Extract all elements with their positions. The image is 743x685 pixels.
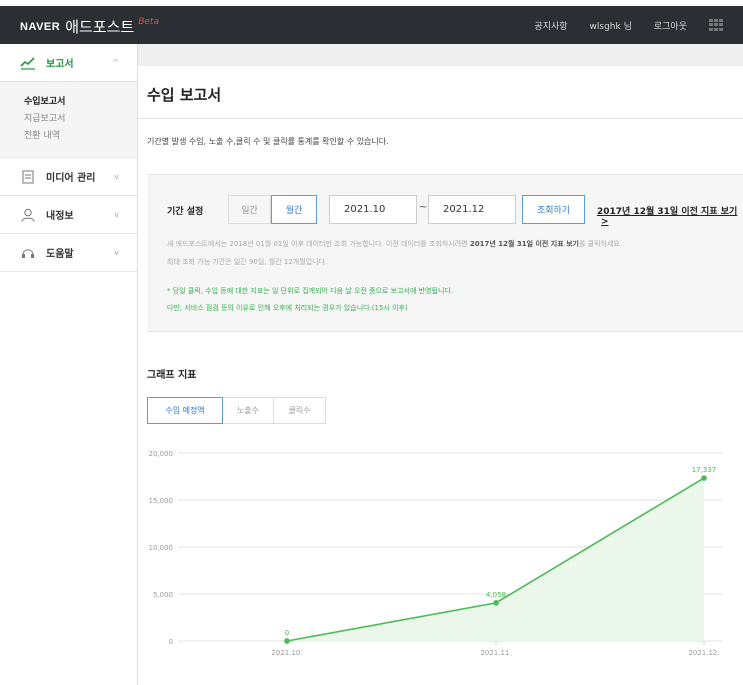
submenu-conversion-history[interactable]: 전환 내역 [24,128,137,145]
sidebar-item-myinfo[interactable]: 내정보 v [0,196,137,234]
sidebar: 보고서 ^ 수입보고서 지급보고서 전환 내역 미디어 관리 v 내정보 v 도… [0,44,138,685]
chevron-down-icon: v [114,248,119,257]
report-submenu: 수입보고서 지급보고서 전환 내역 [0,82,137,158]
naver-brand: NAVER [20,20,61,33]
app-name: 애드포스트 [65,18,135,36]
document-icon [22,170,34,183]
sidebar-item-report[interactable]: 보고서 ^ [0,44,137,82]
title-divider [138,118,743,119]
y-tick-label: 15,000 [149,497,174,505]
chevron-up-icon: ^ [112,58,119,67]
old-report-link[interactable]: 2017년 12월 31일 이전 지표 보기> [597,204,743,227]
chevron-right-icon: > [601,217,609,227]
daily-button[interactable]: 일간 [228,195,271,224]
headset-icon [22,248,34,258]
top-nav: 공지사항 wlsghk 님 로그아웃 [512,6,725,44]
revenue-chart: 0 5,000 10,000 15,000 20,000 2021.10. 2021.11.… [149,450,723,657]
chevron-down-icon: v [114,210,119,219]
user-name[interactable]: wlsghk 님 [590,19,632,32]
submenu-income-report[interactable]: 수입보고서 [24,94,137,111]
tab-impressions[interactable]: 노출수 [222,397,274,424]
period-filter-panel: 기간 설정 일간 월간 2021.10 ~ 2021.12 조회하기 2017년… [147,174,743,332]
y-tick-label: 0 [169,638,173,646]
main-content: 수입 보고서 기간별 발생 수입, 노출 수,클릭 수 및 클릭률 통계를 확인… [138,66,743,685]
content-top-strip [138,44,743,66]
start-date-field[interactable]: 2021.10 [329,195,417,224]
graph-section-title: 그래프 지표 [147,370,197,381]
period-label: 기간 설정 [167,207,204,217]
y-tick-label: 20,000 [149,450,174,458]
top-bar: NAVER 애드포스트 Beta 공지사항 wlsghk 님 로그아웃 [0,6,743,44]
sidebar-item-label: 내정보 [46,211,74,222]
chart-line-icon [20,56,35,70]
graph-tabs: 수입 예정액 노출수 클릭수 [147,397,326,424]
beta-badge: Beta [138,16,159,27]
data-label: 0 [285,629,289,637]
app-logo[interactable]: NAVER 애드포스트 Beta [20,16,159,37]
page-description: 기간별 발생 수입, 노출 수,클릭 수 및 클릭률 통계를 확인할 수 있습니… [147,137,389,146]
info-note-link[interactable]: 2017년 12월 31일 이전 지표 보기 [470,240,579,248]
data-label: 4,058 [486,591,506,599]
page-title: 수입 보고서 [147,86,222,104]
data-point [701,475,707,481]
logout-link[interactable]: 로그아웃 [654,19,687,32]
tab-expected-revenue[interactable]: 수입 예정액 [147,397,223,424]
info-note-green: * 당일 클릭, 수입 등에 대한 지표는 일 단위로 집계되어 다음 날 오전… [167,287,454,295]
data-point [284,638,290,644]
y-tick-label: 10,000 [149,544,174,552]
x-tick-label: 2021.12. [688,649,719,657]
chevron-down-icon: v [114,172,119,181]
series-area [287,478,704,641]
sidebar-item-media[interactable]: 미디어 관리 v [0,158,137,196]
sidebar-item-help[interactable]: 도움말 v [0,234,137,272]
grid-icon[interactable] [709,18,725,32]
y-tick-label: 5,000 [153,591,173,599]
x-tick-label: 2021.11. [480,649,511,657]
sidebar-item-label: 보고서 [46,59,74,70]
old-report-link-label: 2017년 12월 31일 이전 지표 보기 [597,207,738,217]
submenu-payment-report[interactable]: 지급보고서 [24,111,137,128]
x-tick-label: 2021.10. [271,649,302,657]
sidebar-item-label: 도움말 [46,249,74,260]
tab-clicks[interactable]: 클릭수 [273,397,326,424]
range-separator: ~ [419,202,428,213]
user-icon [21,208,35,222]
info-note: 새 애드포스트에서는 2018년 01월 01일 이후 데이터만 조회 가능합니… [167,240,623,248]
info-note: 최대 조회 가능 기간은 일간 90일, 월간 12개월입니다. [167,258,328,266]
monthly-button[interactable]: 월간 [271,195,317,224]
data-point [493,600,499,606]
notice-link[interactable]: 공지사항 [534,19,567,32]
sidebar-item-label: 미디어 관리 [46,173,96,184]
search-button[interactable]: 조회하기 [522,195,585,224]
data-label: 17,337 [692,466,717,474]
end-date-field[interactable]: 2021.12 [428,195,516,224]
info-note-green: 다만, 서비스 점검 등의 이유로 인해 오후에 처리되는 경우가 있습니다.(… [167,304,408,312]
